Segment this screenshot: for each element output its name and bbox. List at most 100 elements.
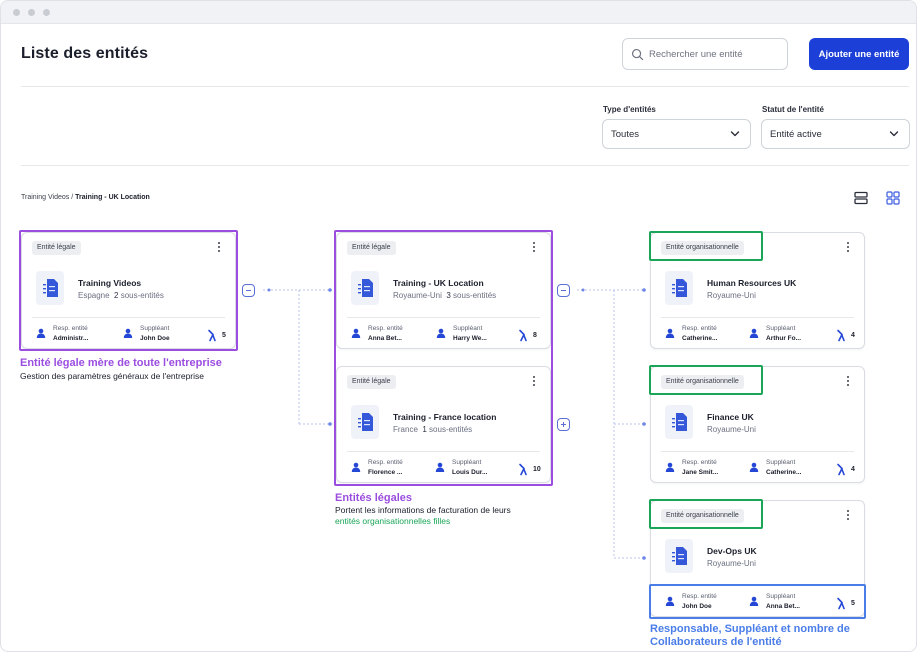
app-window: Liste des entités Ajouter une entité Typ… [0, 0, 917, 652]
more-options-icon[interactable] [532, 376, 536, 388]
user-icon [351, 328, 361, 338]
entity-details: France 1 sous-entités [393, 425, 473, 434]
breadcrumb: Training Videos / Training - UK Location [21, 194, 150, 201]
entity-status-select[interactable]: Entité active [761, 119, 910, 149]
breadcrumb-separator: / [71, 194, 74, 201]
window-close-dot[interactable] [13, 9, 20, 16]
list-view-icon[interactable] [854, 191, 868, 205]
entity-manager: Resp. entité Jane Smit... [665, 459, 745, 479]
collaborators-icon [837, 597, 845, 610]
entity-type-tag: Entité organisationnelle [661, 241, 744, 255]
search-icon [631, 48, 644, 61]
collaborators-icon [837, 463, 845, 476]
document-icon [665, 271, 693, 305]
collaborators-count: 4 [836, 329, 866, 343]
annotation-legal-text: Portent les informations de facturation … [335, 505, 511, 515]
annotation-parent-title: Entité légale mère de toute l'entreprise [20, 357, 222, 369]
divider [21, 165, 909, 166]
entity-name: Dev-Ops UK [707, 546, 757, 556]
chevron-down-icon [889, 131, 899, 137]
entity-deputy: Suppléant John Doe [123, 325, 203, 345]
entity-type-tag: Entité organisationnelle [661, 509, 744, 523]
entity-deputy: Suppléant Arthur Fo... [749, 325, 829, 345]
window-maximize-dot[interactable] [43, 9, 50, 16]
more-options-icon[interactable] [846, 242, 850, 254]
entity-country: Royaume-Uni [707, 291, 756, 300]
window-minimize-dot[interactable] [28, 9, 35, 16]
entity-name: Human Resources UK [707, 278, 797, 288]
entity-manager: Resp. entité John Doe [665, 593, 745, 613]
entity-deputy: Suppléant Harry We... [436, 325, 516, 345]
breadcrumb-parent[interactable]: Training Videos [21, 194, 69, 201]
user-icon [36, 328, 46, 338]
entity-country: Royaume-Uni [707, 559, 756, 568]
collaborators-icon [519, 463, 527, 476]
entity-name: Training - France location [393, 412, 497, 422]
collaborators-count: 10 [518, 463, 548, 477]
entity-card-human-resources-uk[interactable]: Entité organisationnelle Human Resources… [650, 232, 865, 349]
more-options-icon[interactable] [217, 242, 221, 254]
more-options-icon[interactable] [532, 242, 536, 254]
search-input[interactable] [649, 46, 783, 63]
document-icon [665, 405, 693, 439]
title-bar [1, 1, 916, 24]
document-icon [665, 539, 693, 573]
search-box[interactable] [622, 38, 788, 70]
divider [21, 86, 909, 87]
user-icon [351, 462, 361, 472]
grid-view-icon[interactable] [886, 191, 900, 205]
entity-manager: Resp. entité Administr... [36, 325, 116, 345]
card-divider [661, 317, 854, 318]
chevron-down-icon [730, 131, 740, 137]
document-icon [351, 271, 379, 305]
collapse-toggle[interactable] [242, 284, 255, 297]
entity-type-tag: Entité légale [347, 241, 396, 255]
user-icon [749, 462, 759, 472]
collaborators-icon [208, 329, 216, 342]
user-icon [665, 462, 675, 472]
entity-card-dev-ops-uk[interactable]: Entité organisationnelle Dev-Ops UK Roya… [650, 500, 865, 617]
annotation-parent-text: Gestion des paramètres généraux de l'ent… [20, 371, 205, 381]
document-icon [351, 405, 379, 439]
annotation-legal-title: Entités légales [335, 492, 413, 504]
entity-manager: Resp. entité Catherine... [665, 325, 745, 345]
entity-type-select[interactable]: Toutes [602, 119, 751, 149]
more-options-icon[interactable] [846, 376, 850, 388]
collaborators-icon [519, 329, 527, 342]
expand-toggle[interactable] [557, 418, 570, 431]
entity-manager: Resp. entité Anna Bet... [351, 325, 431, 345]
entity-card-training-videos[interactable]: Entité légale Training Videos Espagne 2 … [21, 232, 236, 349]
entity-type-label: Type d'entités [603, 105, 656, 114]
user-icon [749, 596, 759, 606]
card-divider [347, 317, 540, 318]
annotation-people-title-line1: Responsable, Suppléant et nombre de [650, 623, 850, 635]
entity-type-tag: Entité organisationnelle [661, 375, 744, 389]
entity-type-value: Toutes [611, 129, 639, 140]
user-icon [435, 462, 445, 472]
user-icon [665, 328, 675, 338]
entity-card-training-france[interactable]: Entité légale Training - France location… [336, 366, 551, 483]
card-divider [661, 451, 854, 452]
entity-deputy: Suppléant Louis Dur... [435, 459, 515, 479]
collapse-toggle[interactable] [557, 284, 570, 297]
collaborators-count: 5 [207, 329, 237, 343]
card-divider [661, 585, 854, 586]
collaborators-count: 5 [836, 597, 866, 611]
entity-card-training-uk[interactable]: Entité légale Training - UK Location Roy… [336, 232, 551, 349]
entity-manager: Resp. entité Florence ... [351, 459, 431, 479]
page-title: Liste des entités [21, 45, 149, 62]
more-options-icon[interactable] [846, 510, 850, 522]
card-divider [32, 317, 225, 318]
card-divider [347, 451, 540, 452]
entity-card-finance-uk[interactable]: Entité organisationnelle Finance UK Roya… [650, 366, 865, 483]
collaborators-icon [837, 329, 845, 342]
entity-name: Training - UK Location [393, 278, 484, 288]
entity-name: Finance UK [707, 412, 754, 422]
entity-type-tag: Entité légale [32, 241, 81, 255]
annotation-legal-text-green: entités organisationnelles filles [335, 516, 451, 526]
document-icon [36, 271, 64, 305]
entity-details: Royaume-Uni 3 sous-entités [393, 291, 497, 300]
add-entity-button[interactable]: Ajouter une entité [809, 38, 909, 70]
user-icon [123, 328, 133, 338]
collaborators-count: 8 [518, 329, 548, 343]
